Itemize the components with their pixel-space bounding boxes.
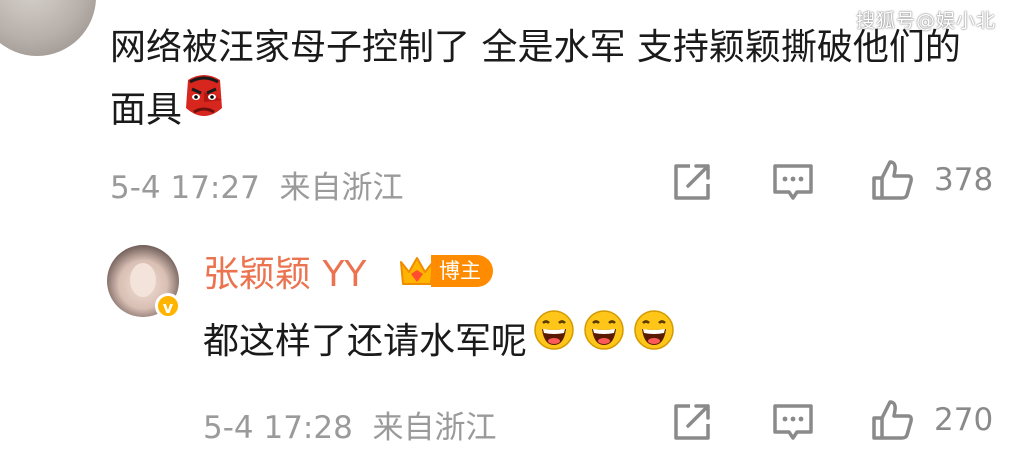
- share-icon[interactable]: [670, 160, 714, 204]
- comment-location: 来自浙江: [372, 410, 497, 446]
- comment-icon[interactable]: [771, 160, 815, 204]
- comment-time: 5-4 17:28: [203, 410, 353, 446]
- verified-badge-icon: v: [155, 293, 181, 319]
- like-count: 378: [934, 162, 994, 198]
- like-icon[interactable]: [870, 398, 914, 442]
- comment-meta: 5-4 17:28 来自浙江: [203, 402, 497, 447]
- comment-time: 5-4 17:27: [110, 170, 260, 206]
- share-icon[interactable]: [670, 400, 714, 444]
- commenter-avatar[interactable]: [0, 0, 96, 56]
- laughing-emoji: [533, 309, 575, 370]
- comment-meta: 5-4 17:27 来自浙江: [110, 162, 404, 207]
- like-icon[interactable]: [870, 158, 914, 202]
- comment-body: 都这样了还请水军呢: [203, 321, 528, 362]
- blogger-badge: 博主: [431, 255, 493, 287]
- tengu-mask-emoji: [182, 74, 226, 141]
- like-count: 270: [934, 402, 994, 438]
- comment-location: 来自浙江: [279, 170, 404, 206]
- laughing-emoji: [583, 309, 625, 370]
- comment-body: 网络被汪家母子控制了 全是水军 支持颖颖撕破他们的面具: [110, 27, 961, 131]
- comment-text: 网络被汪家母子控制了 全是水军 支持颖颖撕破他们的面具: [110, 18, 990, 145]
- comment-icon[interactable]: [771, 400, 815, 444]
- comment-text: 都这样了还请水军呢: [203, 309, 1003, 374]
- author-name[interactable]: 张颖颖 YY: [203, 245, 366, 297]
- laughing-emoji: [633, 309, 675, 370]
